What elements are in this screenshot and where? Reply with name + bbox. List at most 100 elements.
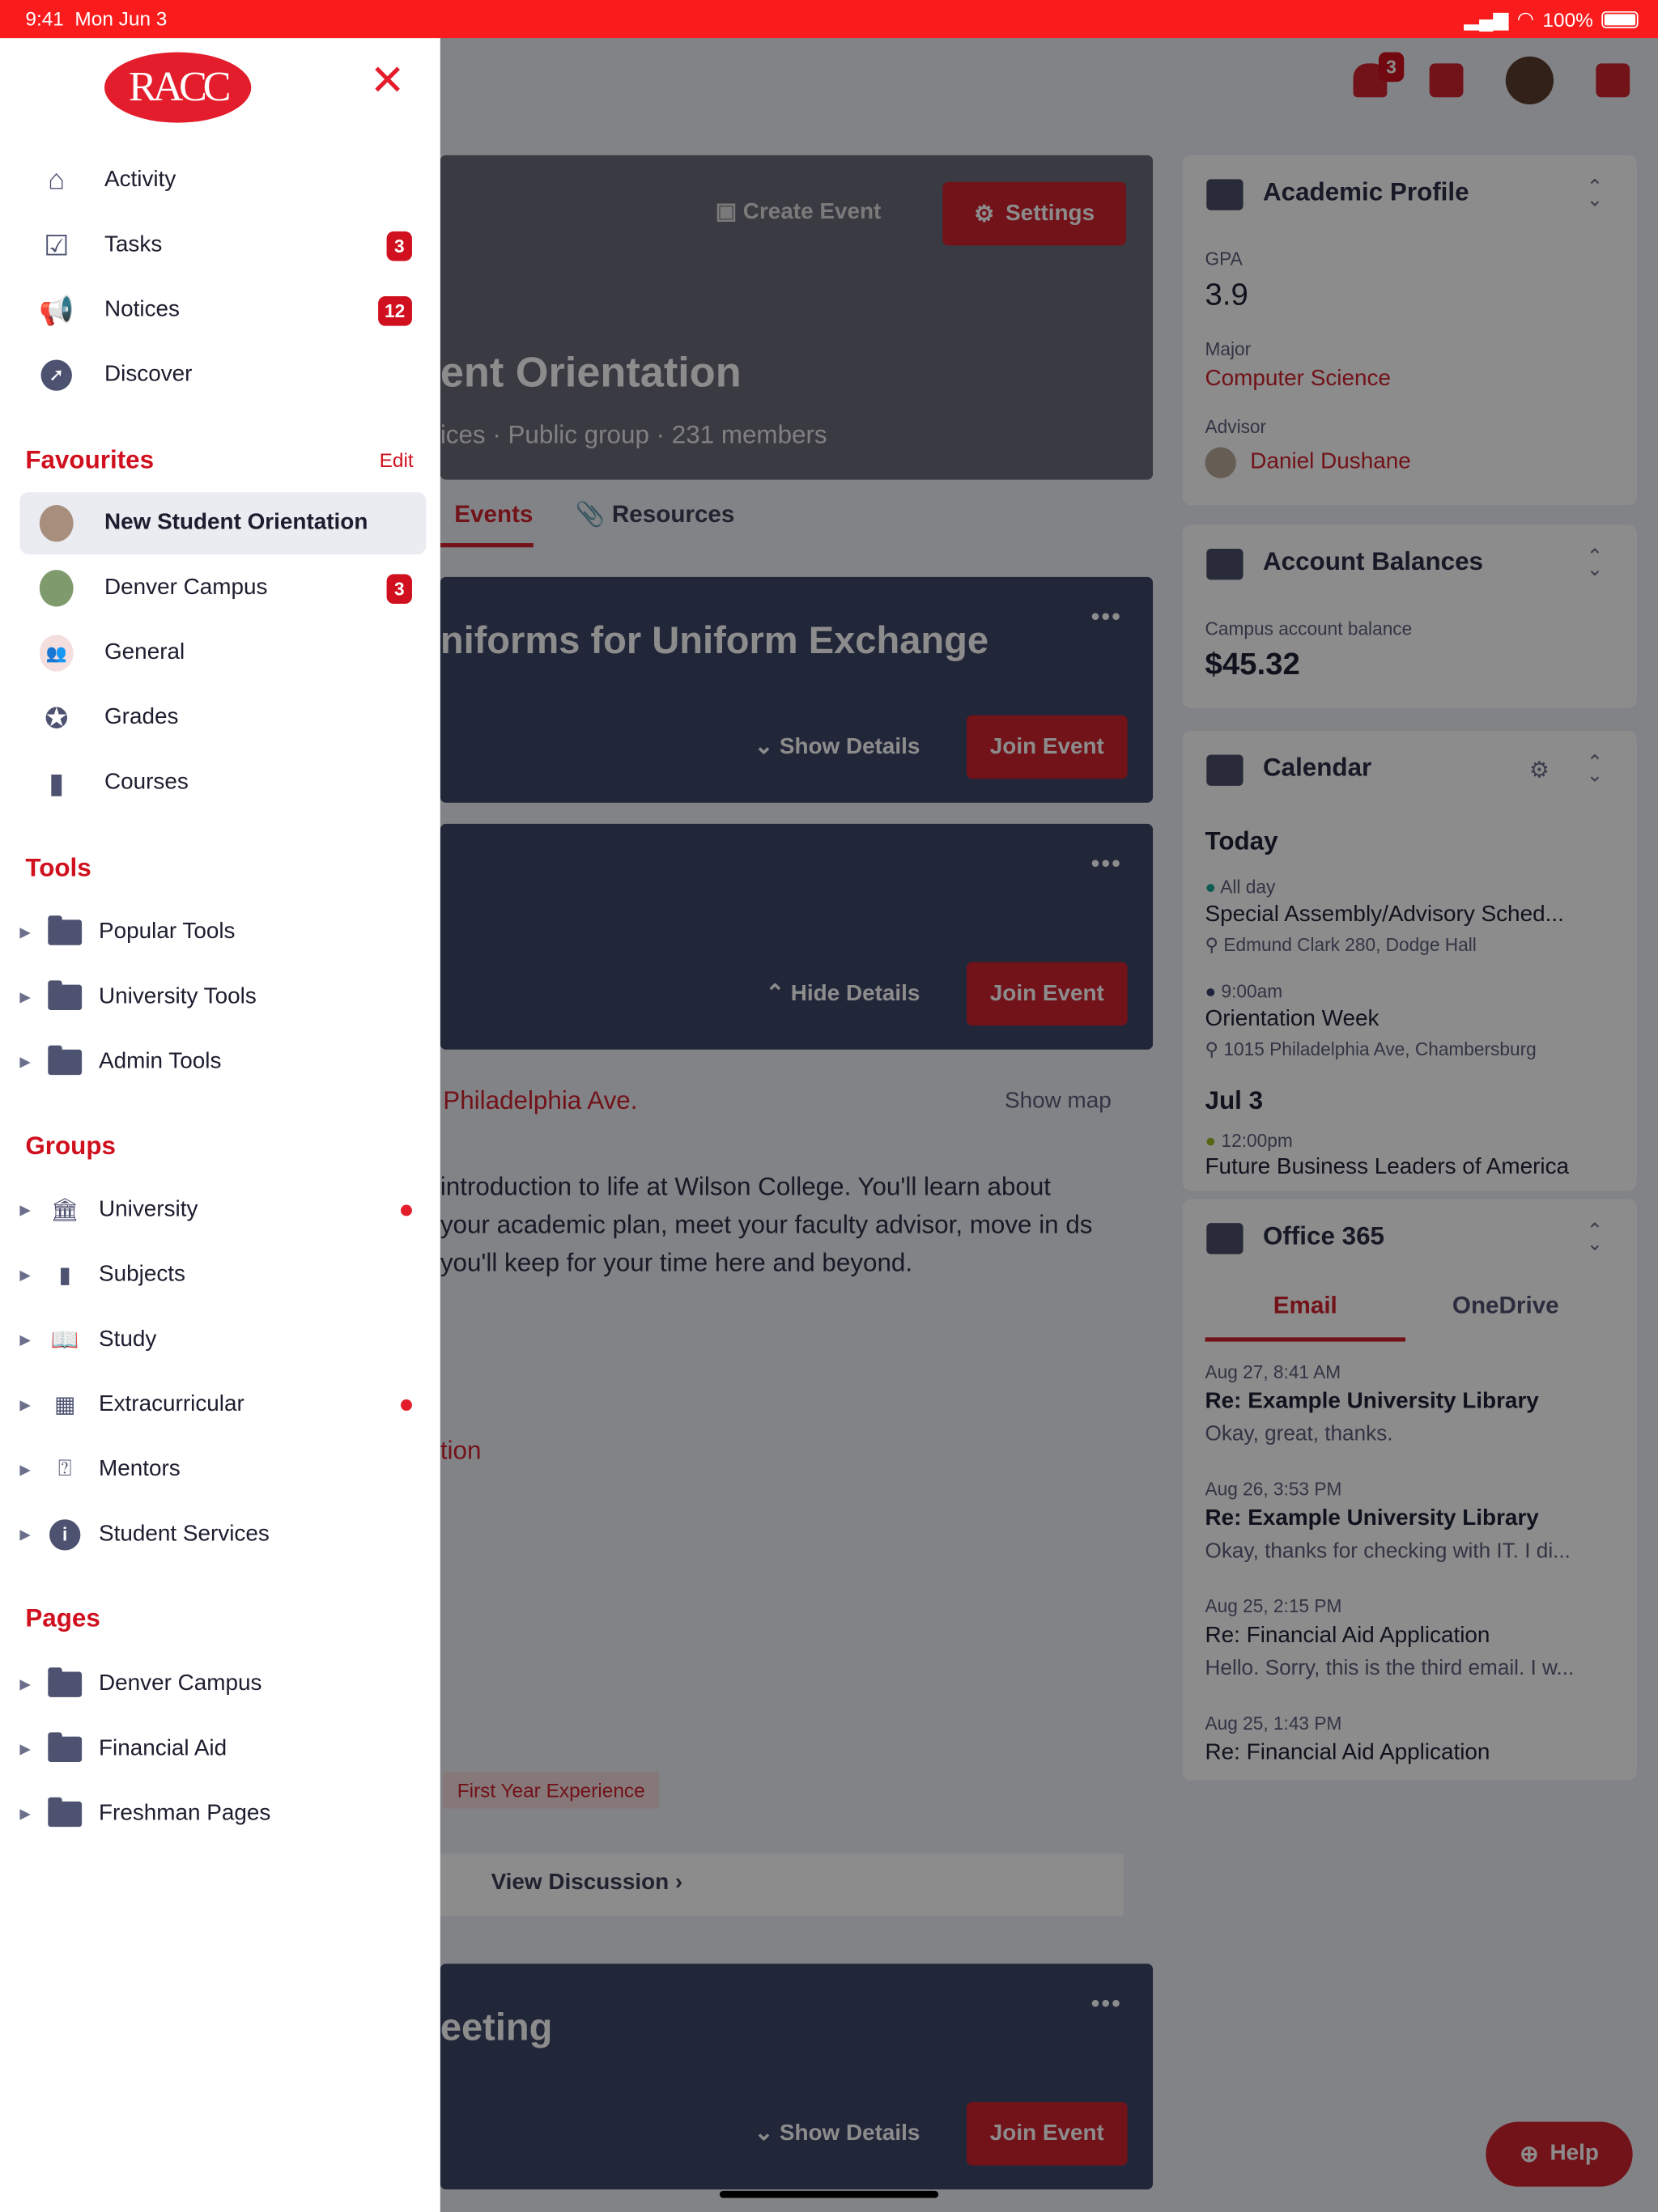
more-icon[interactable]: ••• [1091,602,1122,632]
hide-details-button[interactable]: ⌃ Hide Details [766,979,920,1008]
favourite-general[interactable]: 👥 General [19,622,426,685]
battery-icon [1601,11,1639,28]
group-extracurricular[interactable]: ▶ ▦ Extracurricular [0,1374,437,1437]
major-value[interactable]: Computer Science [1205,367,1391,392]
event-time: ● 12:00pm [1205,1130,1293,1152]
group-avatar [39,504,74,542]
calendar-icon [1206,754,1244,786]
group-title: ent Orientation [440,350,742,397]
group-university[interactable]: ▶ 🏛 University [0,1179,437,1242]
email-subject[interactable]: Re: Example University Library [1205,1390,1539,1415]
nav-activity[interactable]: ⌂ Activity [19,150,426,212]
nav-discover[interactable]: ➚ Discover [19,344,426,406]
tab-resources[interactable]: 📎 Resources [576,501,735,548]
event-time: ● All day [1205,876,1276,898]
group-student-services[interactable]: ▶ i Student Services [0,1504,437,1566]
event-card: ••• ⌃ Hide Details Join Event [440,823,1154,1050]
info-icon: i [48,1519,82,1551]
denver-badge: 3 [386,573,412,604]
tools-popular[interactable]: ▶ Popular Tools [0,902,437,964]
favourite-grades[interactable]: ✪ Grades [19,687,426,749]
calendar-event-title[interactable]: Special Assembly/Advisory Sched... [1205,903,1564,928]
group-study[interactable]: ▶ 📖 Study [0,1310,437,1372]
tab-onedrive[interactable]: OneDrive [1405,1293,1606,1321]
show-map-link[interactable]: Show map [1005,1089,1112,1114]
collapse-icon[interactable]: ⌃ ⌄ [1587,1221,1603,1253]
group-subjects[interactable]: ▶ ▮ Subjects [0,1244,437,1306]
collapse-icon[interactable]: ⌃ ⌄ [1587,546,1603,579]
tag-chip[interactable]: First Year Experience [443,1772,660,1809]
more-icon[interactable]: ••• [1091,1989,1122,2019]
expand-icon: ▶ [19,1526,31,1543]
balance-value: $45.32 [1205,646,1300,681]
folder-icon [48,1732,83,1763]
gear-icon[interactable]: ⚙ [1529,756,1550,784]
settings-button[interactable]: ⚙ Settings [942,181,1126,246]
chat-icon[interactable] [1429,63,1464,98]
calendar-event-title[interactable]: Future Business Leaders of America [1205,1156,1570,1181]
email-subject[interactable]: Re: Example University Library [1205,1507,1539,1532]
panel-toggle-icon[interactable] [1596,63,1630,98]
email-preview: Hello. Sorry, this is the third email. I… [1205,1656,1575,1680]
open-book-icon: 📖 [50,1328,79,1353]
tab-email[interactable]: Email [1205,1293,1406,1342]
home-indicator[interactable] [719,2190,939,2198]
group-avatar [39,570,74,607]
compass-icon: ➚ [40,359,74,393]
user-avatar[interactable] [1505,56,1554,104]
unread-dot [401,1399,412,1411]
help-button[interactable]: ⊕ Help [1486,2121,1633,2187]
page-freshman-pages[interactable]: ▶ Freshman Pages [0,1783,437,1845]
group-mentors[interactable]: ▶ ⍰ Mentors [0,1439,437,1501]
collapse-icon[interactable]: ⌃ ⌄ [1587,752,1603,784]
card-title: Academic Profile [1262,177,1469,206]
favourite-new-student-orientation[interactable]: New Student Orientation [19,492,427,554]
event-card: eeting ••• ⌄ Show Details Join Event [440,1964,1154,2190]
email-subject[interactable]: Re: Financial Aid Application [1205,1624,1490,1649]
advisor-value[interactable]: Daniel Dushane [1250,450,1410,475]
day-heading: Today [1205,826,1278,856]
lifebuoy-icon: ⊕ [1520,2142,1539,2167]
tools-admin[interactable]: ▶ Admin Tools [0,1031,437,1093]
navigation-drawer: RACC ✕ ⌂ Activity ☑ Tasks 3 📢 Notices 12 ➚ Dis… [0,38,440,2212]
page-denver-campus[interactable]: ▶ Denver Campus [0,1654,437,1716]
favourite-denver-campus[interactable]: Denver Campus 3 [19,557,426,619]
join-event-button[interactable]: Join Event [966,2102,1128,2166]
more-icon[interactable]: ••• [1091,849,1122,879]
nav-notices[interactable]: 📢 Notices 12 [19,279,426,342]
notification-badge: 3 [1378,52,1405,83]
event-title: eeting [440,2006,553,2049]
join-event-button[interactable]: Join Event [966,962,1128,1026]
view-discussion-button[interactable]: View Discussion › [440,1853,1124,1916]
group-hero: ▣ Create Event ⚙ Settings ent Orientation… [440,155,1154,480]
tab-events[interactable]: Events [440,501,534,548]
email-subject[interactable]: Re: Financial Aid Application [1205,1741,1490,1766]
folder-icon [48,915,83,945]
favourite-courses[interactable]: ▮ Courses [19,752,426,814]
institution-icon: 🏛 [50,1199,79,1224]
event-location: ⚲ 1015 Philadelphia Ave, Chambersburg [1205,1038,1537,1059]
show-details-button[interactable]: ⌄ Show Details [755,2119,920,2147]
email-date: Aug 25, 1:43 PM [1205,1713,1342,1734]
id-card-icon [1206,179,1244,210]
calendar-event-title[interactable]: Orientation Week [1205,1008,1380,1033]
close-icon[interactable]: ✕ [370,60,406,103]
favourites-edit-button[interactable]: Edit [380,448,414,471]
page-financial-aid[interactable]: ▶ Financial Aid [0,1718,437,1781]
tools-university[interactable]: ▶ University Tools [0,966,437,1029]
tasks-badge: 3 [386,230,412,261]
calendar-card: Calendar ⚙ ⌃ ⌄ Today ● All day Special Ass… [1182,730,1637,1191]
verified-badge-icon: ✪ [45,703,69,735]
people-icon: 👥 [39,635,74,672]
dashboard-icon: ▦ [53,1394,76,1418]
join-event-button[interactable]: Join Event [966,715,1128,779]
nav-tasks[interactable]: ☑ Tasks 3 [19,214,426,277]
notifications-button[interactable]: 3 [1353,52,1405,98]
show-details-button[interactable]: ⌄ Show Details [755,732,920,761]
event-location: ⚲ Edmund Clark 280, Dodge Hall [1205,933,1477,956]
expand-icon: ▶ [19,1676,31,1692]
gpa-label: GPA [1205,248,1243,270]
event-address[interactable]: Philadelphia Ave. [443,1086,637,1116]
create-event-button[interactable]: ▣ Create Event [716,197,882,226]
collapse-icon[interactable]: ⌃ ⌄ [1587,176,1603,209]
